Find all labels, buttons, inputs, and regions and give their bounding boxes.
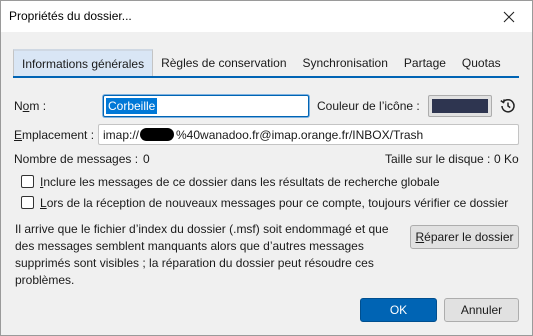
always-check-folder-checkbox[interactable]: [21, 196, 34, 209]
redaction-mark: [140, 128, 175, 141]
always-check-folder-label[interactable]: Lors de la réception de nouveaux message…: [40, 196, 508, 210]
message-count-label: Nombre de messages :: [14, 152, 139, 166]
tab-general-information[interactable]: Informations générales: [13, 49, 154, 77]
location-field[interactable]: imap:// %40wanadoo.fr@imap.orange.fr/INBO…: [98, 124, 519, 145]
tab-label: Partage: [403, 56, 446, 70]
icon-color-picker[interactable]: [428, 95, 492, 117]
message-count-value: 0: [143, 152, 150, 166]
tab-retention-policy[interactable]: Règles de conservation: [153, 49, 294, 77]
tab-label: Quotas: [461, 56, 501, 70]
folder-name-input[interactable]: Corbeille: [103, 95, 309, 117]
tab-label: Synchronisation: [302, 56, 388, 70]
disk-size-label: Taille sur le disque :: [385, 152, 491, 166]
ok-button[interactable]: OK: [360, 298, 437, 322]
tab-synchronization[interactable]: Synchronisation: [295, 49, 396, 77]
tab-divider: [13, 76, 519, 78]
folder-properties-dialog: Propriétés du dossier... Informations gé…: [0, 0, 533, 336]
location-prefix: imap://: [103, 127, 140, 142]
name-label: Nom :: [14, 99, 47, 113]
tab-sharing[interactable]: Partage: [396, 49, 454, 77]
reset-color-icon[interactable]: [498, 96, 518, 116]
folder-name-value: Corbeille: [106, 98, 158, 114]
repair-info-text: Il arrive que le fichier d’index du doss…: [15, 222, 389, 287]
include-global-search-label[interactable]: Inclure les messages de ce dossier dans …: [40, 175, 440, 189]
icon-color-label: Couleur de l’icône :: [317, 99, 420, 113]
include-global-search-checkbox[interactable]: [21, 175, 34, 188]
title-bar: Propriétés du dossier...: [1, 1, 532, 32]
location-suffix: %40wanadoo.fr@imap.orange.fr/INBOX/Trash: [176, 127, 424, 142]
tab-strip: Informations générales Règles de conserv…: [13, 49, 509, 77]
icon-color-swatch: [432, 99, 488, 113]
tab-label: Informations générales: [22, 57, 145, 71]
location-label: Emplacement :: [14, 128, 95, 142]
tab-label: Règles de conservation: [161, 56, 287, 70]
repair-folder-button[interactable]: Réparer le dossier: [410, 225, 519, 249]
disk-size-value: 0 Ko: [494, 152, 519, 166]
tab-quotas[interactable]: Quotas: [454, 49, 509, 77]
window-title: Propriétés du dossier...: [9, 9, 132, 23]
cancel-button[interactable]: Annuler: [444, 298, 519, 322]
close-icon[interactable]: [486, 1, 532, 32]
repair-folder-label: Réparer le dossier: [415, 230, 514, 244]
